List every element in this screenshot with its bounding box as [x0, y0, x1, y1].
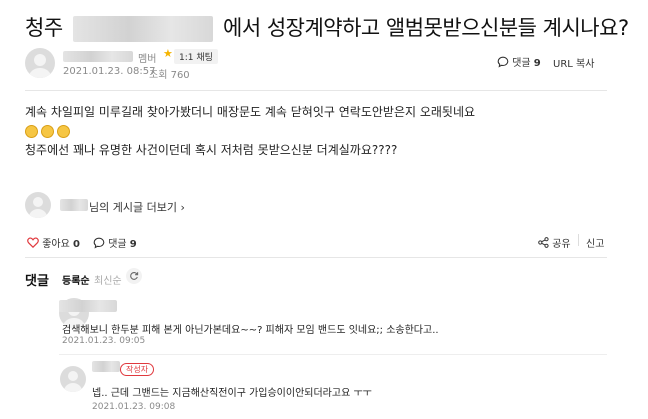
body-line-1: 계속 차일피일 미루길래 찾아가봤더니 매장문도 계속 닫혀잇구 연락도안받은지… [25, 105, 476, 119]
body-line-3: 청주에선 꽤나 유명한 사건이던데 혹시 저처럼 못받으신분 더계실까요???? [25, 143, 398, 157]
title-suffix: 에서 성장계약하고 앨범못받으신분들 계시나요? [223, 16, 629, 40]
author-avatar[interactable] [25, 48, 55, 78]
post-body: 계속 차일피일 미루길래 찾아가봤더니 매장문도 계속 닫혀잇구 연락도안받은지… [25, 103, 605, 160]
like-button[interactable]: 좋아요 0 [27, 235, 80, 251]
comment-date: 2021.01.23. 09:05 [62, 336, 146, 346]
redacted-author-name[interactable] [63, 51, 133, 62]
comment-label: 댓글 [512, 58, 531, 69]
share-button[interactable]: 공유 [538, 235, 571, 251]
comment-count: 9 [129, 239, 137, 250]
comments-heading: 댓글 [25, 274, 49, 289]
sad-face-icon [57, 125, 70, 138]
comment-count-link[interactable]: 댓글 9 [497, 54, 541, 71]
comment-count: 9 [533, 58, 541, 69]
title-prefix: 청주 [25, 16, 63, 40]
like-label: 좋아요 [42, 239, 70, 250]
comment-button[interactable]: 댓글 9 [93, 235, 137, 252]
sad-face-icon [25, 125, 38, 138]
action-separator [578, 234, 579, 246]
share-icon [538, 237, 549, 251]
reply-text: 넵.. 근데 그밴드는 지금해산직전이구 가입승이이안되더라고요 ㅜㅜ [92, 388, 372, 399]
chat-button[interactable]: 1:1 채팅 [174, 49, 218, 64]
share-label: 공유 [552, 239, 571, 250]
header-divider [25, 90, 607, 91]
author-badge: 작성자 [120, 363, 155, 376]
more-posts-label: 님의 게시글 더보기 [89, 201, 177, 214]
reply-avatar[interactable] [60, 366, 86, 392]
redacted-reply-name[interactable] [92, 361, 120, 372]
comment-text: 검색해보니 한두분 피해 본게 아닌가본데요~~? 피해자 모임 밴드도 잇네요… [62, 325, 439, 336]
like-count: 0 [72, 239, 80, 250]
more-posts-link[interactable]: 님의 게시글 더보기 › [89, 199, 185, 215]
actions-divider [25, 257, 607, 258]
heart-outline-icon [27, 237, 39, 251]
chevron-right-icon: › [180, 201, 185, 214]
speech-bubble-icon [497, 56, 509, 71]
author-grade: 멤버 [138, 54, 157, 65]
redacted-name [72, 16, 213, 42]
refresh-icon[interactable] [126, 268, 142, 284]
comment-divider [59, 354, 607, 355]
post-title: 청주 에서 성장계약하고 앨범못받으신분들 계시나요? [25, 12, 629, 42]
speech-bubble-icon [93, 237, 105, 252]
comment-label: 댓글 [108, 239, 127, 250]
sad-face-icon [41, 125, 54, 138]
sort-registered-tab[interactable]: 등록순 [62, 272, 90, 287]
sort-latest-tab[interactable]: 최신순 [94, 272, 122, 287]
report-button[interactable]: 신고 [586, 235, 604, 250]
view-count: 조회 760 [149, 70, 190, 81]
emoji-row [25, 122, 605, 141]
author-avatar-small[interactable] [25, 192, 51, 218]
post-date: 2021.01.23. 08:57 [63, 66, 156, 77]
redacted-commenter-name[interactable] [59, 300, 117, 312]
redacted-author-name[interactable] [60, 199, 88, 211]
star-icon: ★ [163, 47, 173, 60]
url-copy-button[interactable]: URL 복사 [553, 55, 594, 70]
reply-date: 2021.01.23. 09:08 [92, 402, 176, 412]
